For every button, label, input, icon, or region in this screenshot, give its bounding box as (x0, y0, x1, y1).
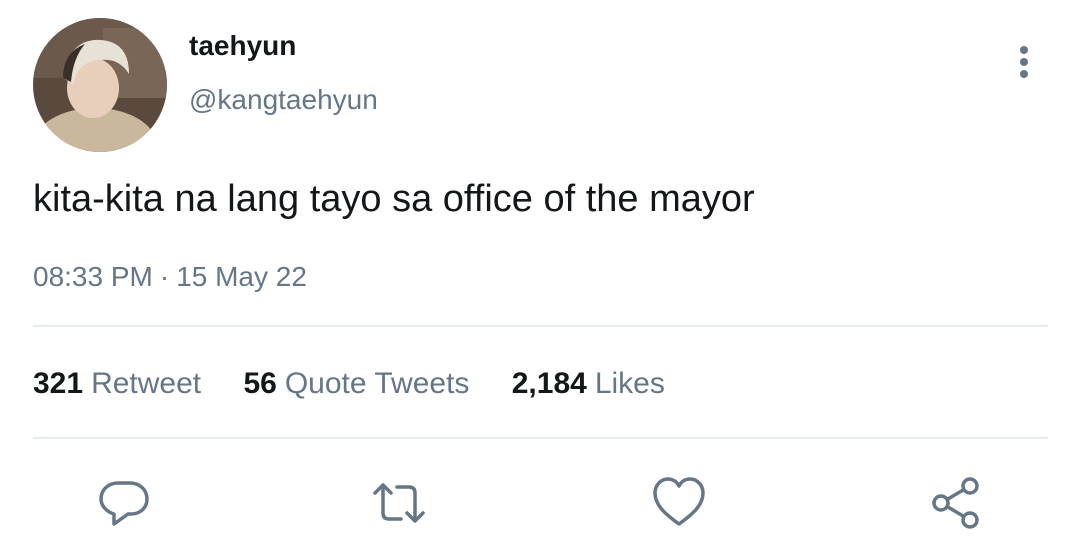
display-name[interactable]: taehyun (189, 30, 296, 62)
tweet-text: kita-kita na lang tayo sa office of the … (33, 178, 755, 220)
stat-label: Likes (594, 367, 665, 400)
avatar[interactable] (33, 18, 167, 152)
stat-number: 2,184 (511, 367, 587, 400)
tweet-date: 15 May 22 (176, 261, 307, 292)
avatar-photo (33, 18, 167, 152)
more-vertical-icon[interactable] (1004, 42, 1044, 82)
stat-label: Retweet (91, 367, 202, 400)
retweet-button[interactable] (371, 475, 427, 531)
retweet-icon (373, 483, 425, 523)
share-icon (932, 477, 979, 529)
stat-number: 321 (33, 367, 84, 400)
tweet-detail: taehyun @kangtaehyun kita-kita na lang t… (0, 0, 1080, 560)
timestamp-separator: · (159, 261, 170, 292)
reply-button[interactable] (96, 475, 152, 531)
reply-icon (99, 481, 149, 526)
retweet-count[interactable]: 321 Retweet (33, 367, 201, 401)
heart-icon (653, 477, 705, 526)
quote-tweets-count[interactable]: 56 Quote Tweets (243, 367, 469, 401)
stat-label: Quote Tweets (284, 367, 470, 400)
user-handle[interactable]: @kangtaehyun (189, 84, 378, 116)
divider (33, 325, 1048, 327)
divider (33, 437, 1048, 439)
engagement-stats: 321 Retweet 56 Quote Tweets 2,184 Likes (33, 367, 699, 401)
share-button[interactable] (928, 475, 984, 531)
likes-count[interactable]: 2,184 Likes (512, 367, 665, 401)
stat-number: 56 (243, 367, 277, 400)
tweet-timestamp[interactable]: 08:33 PM · 15 May 22 (33, 261, 307, 293)
tweet-time: 08:33 PM (33, 261, 153, 292)
like-button[interactable] (651, 475, 707, 531)
